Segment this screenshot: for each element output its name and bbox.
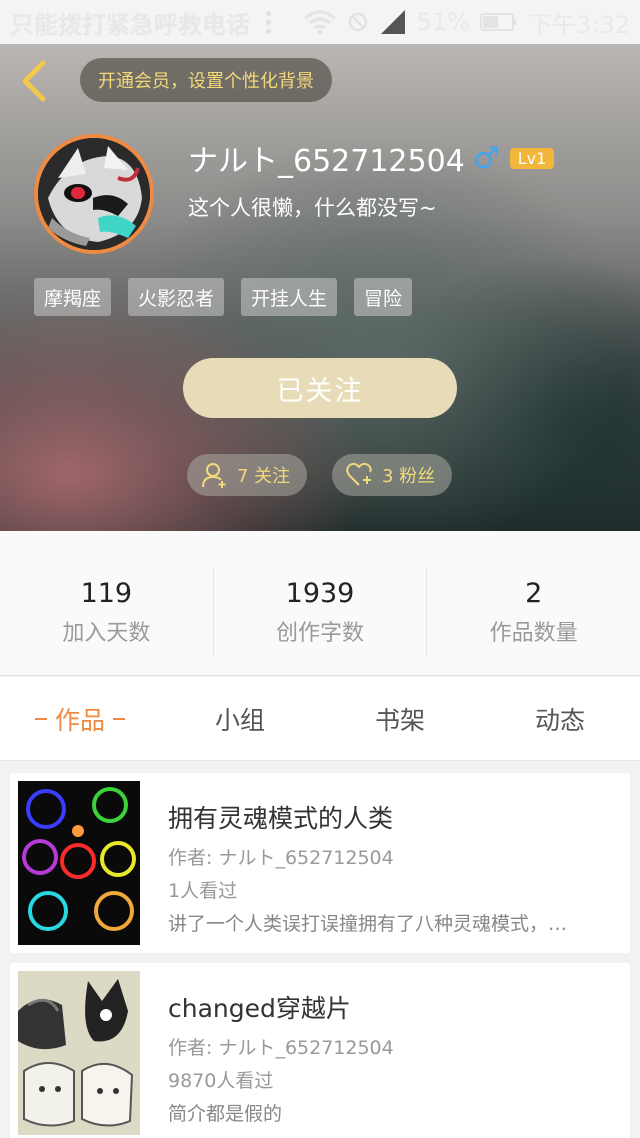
stat-label: 创作字数: [276, 620, 365, 646]
profile-tabs: 作品 小组 书架 动态: [0, 677, 640, 761]
stat-value: 119: [80, 577, 133, 609]
stat-join-days: 119 加入天数: [0, 567, 214, 657]
username-row: ナルト_652712504 ♂ Lv1: [188, 136, 555, 180]
stat-works-count: 2 作品数量: [427, 567, 640, 657]
battery-percent: 51%: [416, 8, 471, 36]
male-icon: ♂: [472, 140, 500, 176]
tag-item: 摩羯座: [34, 278, 112, 316]
tab-activity[interactable]: 动态: [480, 677, 640, 760]
work-cover-image: [18, 971, 140, 1135]
level-badge: Lv1: [509, 147, 555, 169]
heart-plus-icon: [346, 462, 372, 486]
no-sim-icon: [348, 12, 367, 32]
vip-background-banner[interactable]: 开通会员，设置个性化背景: [80, 58, 332, 102]
work-card[interactable]: 拥有灵魂模式的人类 作者: ナルト_652712504 1人看过 讲了一个人类误…: [10, 773, 630, 953]
avatar-image: [38, 138, 150, 250]
work-card-body: changed穿越片 作者: ナルト_652712504 9870人看过 简介都…: [168, 971, 612, 1135]
work-card[interactable]: changed穿越片 作者: ナルト_652712504 9870人看过 简介都…: [10, 963, 630, 1138]
work-views: 1人看过: [168, 880, 238, 902]
stat-value: 1939: [285, 577, 355, 609]
status-right: 51% 下午3:32: [303, 5, 630, 40]
work-title: changed穿越片: [168, 994, 351, 1023]
tab-label: 作品: [54, 705, 105, 735]
stat-word-count: 1939 创作字数: [214, 567, 428, 657]
profile-stats: 119 加入天数 1939 创作字数 2 作品数量: [0, 531, 640, 676]
clock: 下午3:32: [528, 10, 630, 39]
fans-count-button[interactable]: 3 粉丝: [332, 454, 452, 496]
work-title: 拥有灵魂模式的人类: [168, 804, 394, 833]
following-count-button[interactable]: 7 关注: [187, 454, 307, 496]
tab-groups[interactable]: 小组: [160, 677, 320, 760]
tab-active-dash: [34, 717, 47, 720]
tag-item: 开挂人生: [241, 278, 338, 316]
profile-header: 开通会员，设置个性化背景 ナルト_652712504 ♂ Lv1 这个人很懒，什…: [0, 44, 640, 531]
tag-list: 摩羯座 火影忍者 开挂人生 冒险: [34, 278, 413, 316]
stat-label: 加入天数: [62, 620, 151, 646]
carrier-text: 只能拨打紧急呼救电话: [10, 10, 250, 39]
status-dots-icon: [266, 10, 272, 34]
work-card-body: 拥有灵魂模式的人类 作者: ナルト_652712504 1人看过 讲了一个人类误…: [168, 781, 612, 945]
followed-button[interactable]: 已关注: [183, 358, 457, 418]
tab-label: 小组: [214, 705, 265, 735]
tag-item: 冒险: [354, 278, 413, 316]
stat-label: 作品数量: [489, 620, 578, 646]
work-cover-image: [18, 781, 140, 945]
work-views: 9870人看过: [168, 1070, 274, 1092]
back-button[interactable]: [14, 58, 54, 104]
status-bar: 只能拨打紧急呼救电话 51% 下午3:32: [0, 0, 640, 44]
tab-label: 动态: [534, 705, 585, 735]
work-description: 讲了一个人类误打误撞拥有了八种灵魂模式，…: [168, 913, 568, 935]
signal-icon: [380, 10, 405, 34]
stat-value: 2: [525, 577, 543, 609]
fans-label: 3 粉丝: [382, 466, 436, 487]
tag-item: 火影忍者: [128, 278, 225, 316]
tab-label: 书架: [374, 705, 425, 735]
works-list: 拥有灵魂模式的人类 作者: ナルト_652712504 1人看过 讲了一个人类误…: [0, 761, 640, 1138]
work-author: 作者: ナルト_652712504: [168, 847, 394, 869]
wifi-icon: [303, 10, 336, 35]
chevron-left-icon: [22, 60, 46, 102]
tab-bookshelf[interactable]: 书架: [320, 677, 480, 760]
work-description: 简介都是假的: [168, 1103, 283, 1125]
tab-active-dash: [113, 717, 125, 720]
add-user-icon: [202, 463, 226, 488]
username: ナルト_652712504: [188, 144, 465, 179]
following-label: 7 关注: [237, 466, 291, 487]
tab-works[interactable]: 作品: [0, 677, 160, 760]
work-author: 作者: ナルト_652712504: [168, 1037, 394, 1059]
battery-icon: [480, 13, 517, 31]
bio-text: 这个人很懒，什么都没写~: [188, 196, 437, 220]
avatar[interactable]: [34, 134, 154, 254]
